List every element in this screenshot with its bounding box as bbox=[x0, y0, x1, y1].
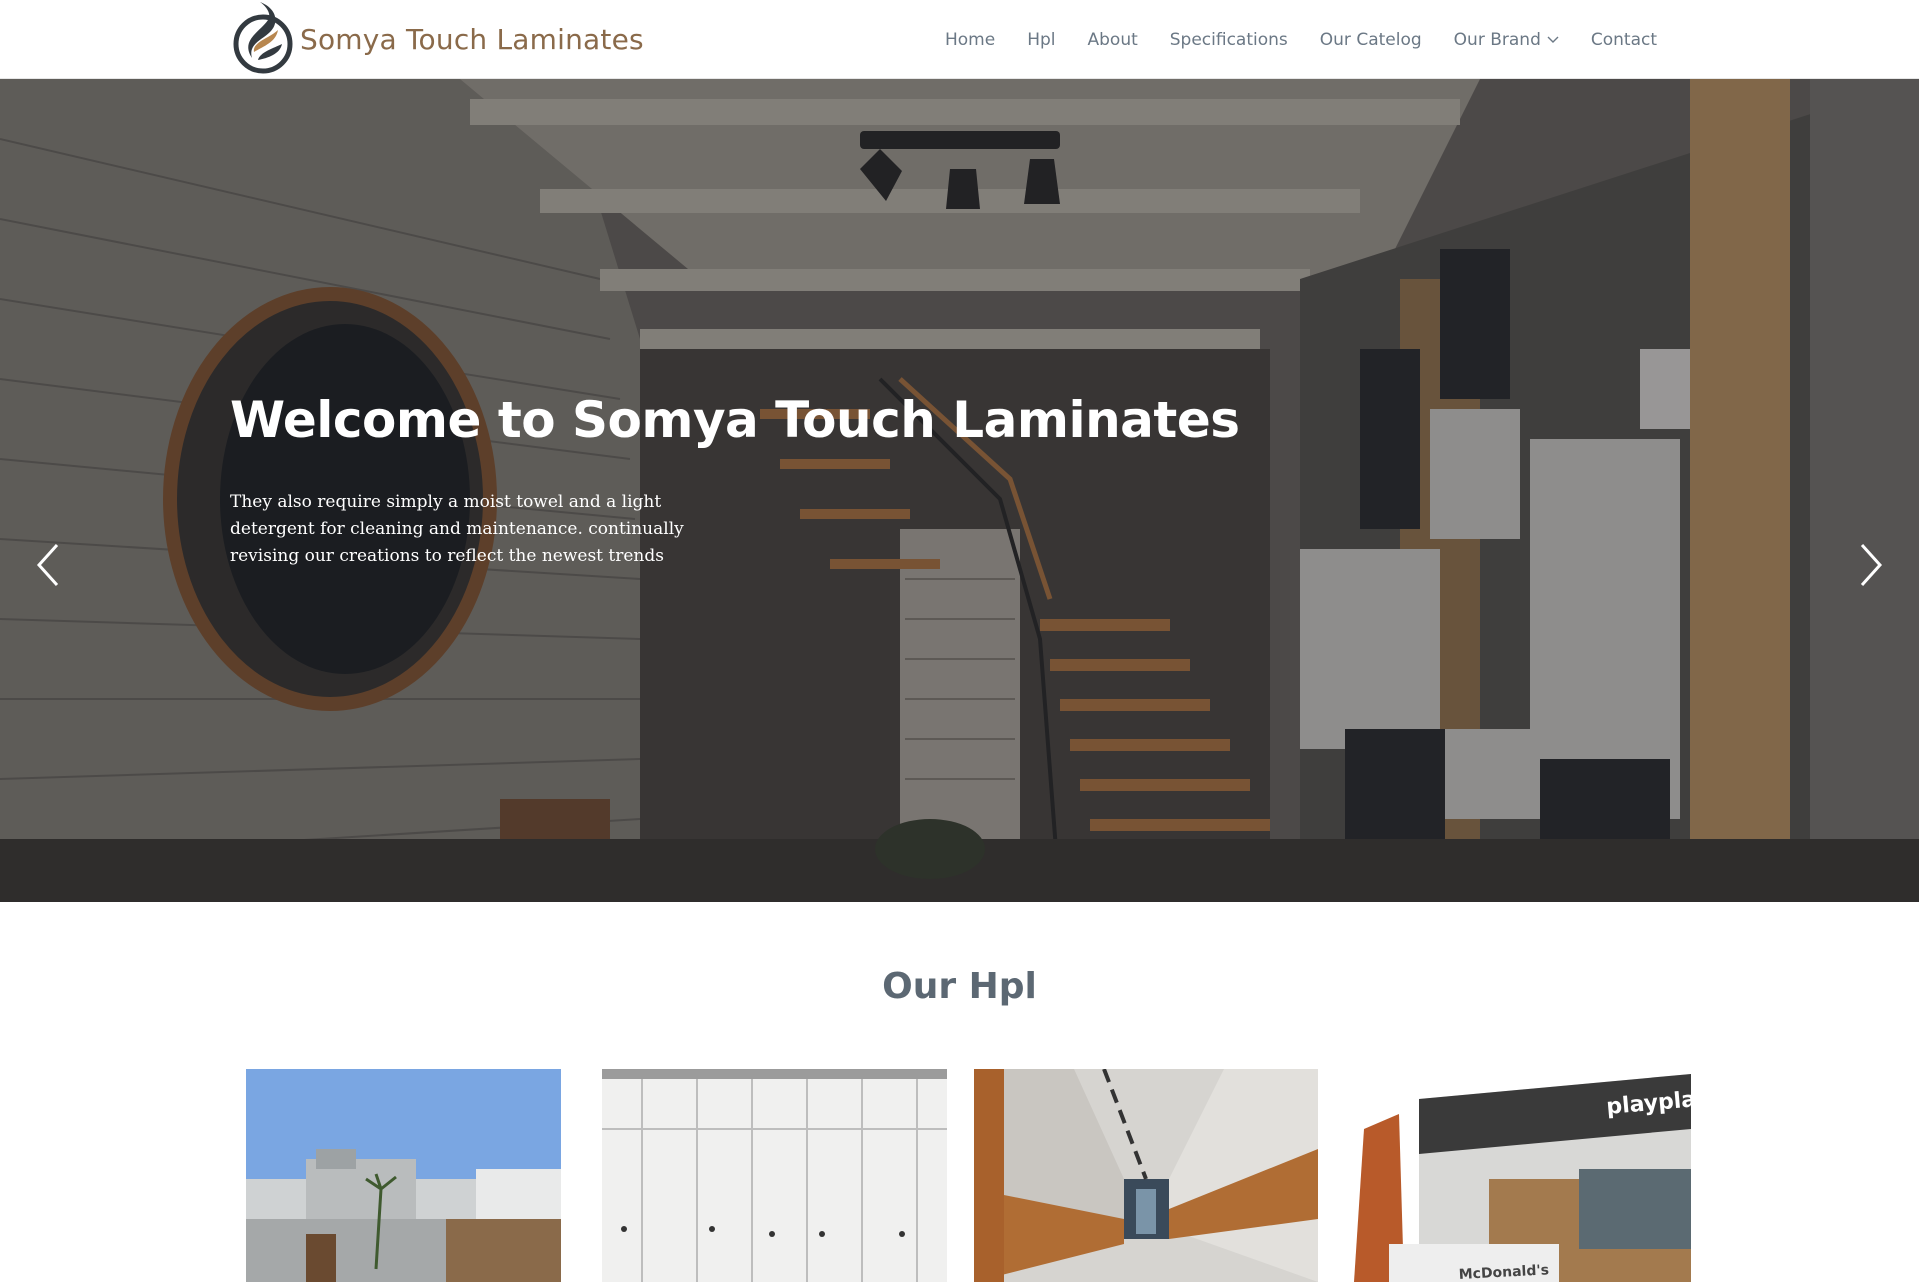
main-nav: Home Hpl About Specifications Our Catelo… bbox=[929, 0, 1673, 79]
chevron-left-icon[interactable] bbox=[31, 539, 65, 591]
chevron-down-icon bbox=[1547, 36, 1559, 43]
hpl-image-playplace: playplace McDonald's bbox=[1349, 1069, 1691, 1282]
hpl-card-lockers[interactable] bbox=[602, 1069, 947, 1282]
nav-about-label: About bbox=[1087, 29, 1138, 50]
hpl-card-exterior[interactable] bbox=[246, 1069, 561, 1282]
hpl-card-playplace[interactable]: playplace McDonald's bbox=[1349, 1069, 1691, 1282]
hero-text: They also require simply a moist towel a… bbox=[230, 492, 684, 566]
nav-contact-label: Contact bbox=[1590, 29, 1657, 50]
nav-our-brand-label: Our Brand bbox=[1453, 29, 1541, 50]
nav-about[interactable]: About bbox=[1072, 30, 1154, 50]
hero-title: Welcome to Somya Touch Laminates bbox=[230, 391, 1240, 449]
hpl-image-corridor bbox=[974, 1069, 1318, 1282]
section-title-our-hpl: Our Hpl bbox=[882, 966, 1037, 1007]
nav-home-label: Home bbox=[944, 29, 996, 50]
hero-slider: Welcome to Somya Touch Laminates They al… bbox=[0, 79, 1919, 902]
nav-hpl-label: Hpl bbox=[1027, 29, 1056, 50]
nav-hpl[interactable]: Hpl bbox=[1011, 30, 1071, 50]
hpl-gallery: playplace McDonald's bbox=[0, 1069, 1919, 1282]
site-header: Somya Touch Laminates Home Hpl About Spe… bbox=[0, 0, 1919, 79]
brand[interactable]: Somya Touch Laminates bbox=[230, 0, 644, 79]
brand-logo-icon bbox=[233, 2, 293, 74]
hpl-card-corridor[interactable] bbox=[974, 1069, 1318, 1282]
brand-name: Somya Touch Laminates bbox=[300, 23, 644, 56]
nav-our-catelog-label: Our Catelog bbox=[1319, 29, 1422, 50]
nav-contact[interactable]: Contact bbox=[1575, 30, 1673, 50]
chevron-right-icon[interactable] bbox=[1854, 539, 1888, 591]
nav-our-catelog[interactable]: Our Catelog bbox=[1304, 30, 1438, 50]
hpl-image-lockers bbox=[602, 1069, 947, 1282]
nav-home[interactable]: Home bbox=[929, 30, 1011, 50]
hpl-image-exterior bbox=[246, 1069, 561, 1282]
nav-specifications[interactable]: Specifications bbox=[1154, 30, 1304, 50]
nav-our-brand[interactable]: Our Brand bbox=[1438, 30, 1575, 50]
nav-specifications-label: Specifications bbox=[1169, 29, 1288, 50]
